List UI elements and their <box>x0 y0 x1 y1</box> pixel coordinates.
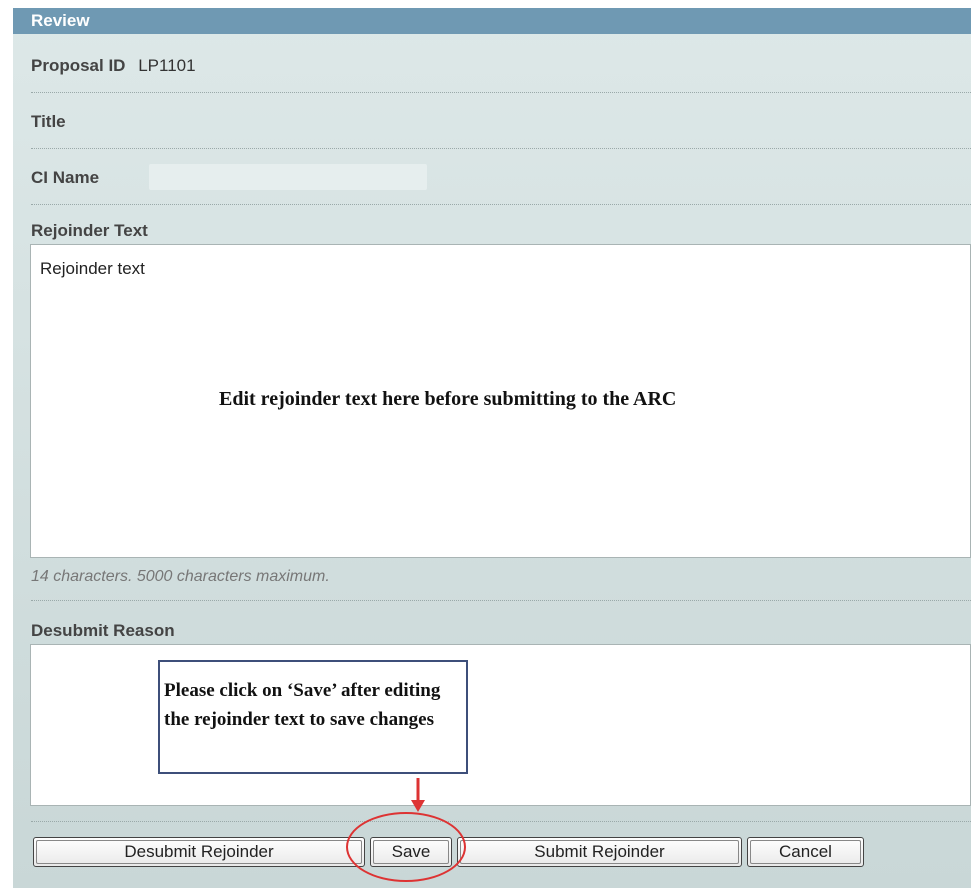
desubmit-rejoinder-button[interactable]: Desubmit Rejoinder <box>33 837 365 867</box>
proposal-id-value: LP1101 <box>138 56 196 75</box>
divider <box>31 204 971 205</box>
rejoinder-text-value: Rejoinder text <box>40 259 145 278</box>
divider <box>31 600 971 601</box>
divider <box>31 92 971 93</box>
divider <box>31 821 971 822</box>
title-row: Title <box>31 112 66 132</box>
save-highlight-circle <box>346 812 466 882</box>
ci-name-value-redacted <box>149 164 427 190</box>
divider <box>31 148 971 149</box>
ci-name-label: CI Name <box>31 168 100 187</box>
proposal-id-row: Proposal ID LP1101 <box>31 56 196 76</box>
rejoinder-annotation: Edit rejoinder text here before submitti… <box>219 388 677 410</box>
ci-name-row: CI Name <box>31 168 99 188</box>
desubmit-reason-label: Desubmit Reason <box>31 621 175 640</box>
rejoinder-text-label: Rejoinder Text <box>31 221 148 240</box>
callout-line-1: Please click on ‘Save’ after editing <box>164 680 441 701</box>
title-label: Title <box>31 112 66 131</box>
callout-line-2: the rejoinder text to save changes <box>164 709 434 730</box>
submit-rejoinder-button[interactable]: Submit Rejoinder <box>457 837 742 867</box>
review-panel: Review Proposal ID LP1101 Title CI Name … <box>13 8 971 888</box>
character-count-hint: 14 characters. 5000 characters maximum. <box>31 568 330 585</box>
cancel-button[interactable]: Cancel <box>747 837 864 867</box>
save-instruction-callout: Please click on ‘Save’ after editing the… <box>158 660 468 774</box>
arrow-down-icon <box>411 778 425 812</box>
proposal-id-label: Proposal ID <box>31 56 126 75</box>
review-header: Review <box>13 8 971 34</box>
